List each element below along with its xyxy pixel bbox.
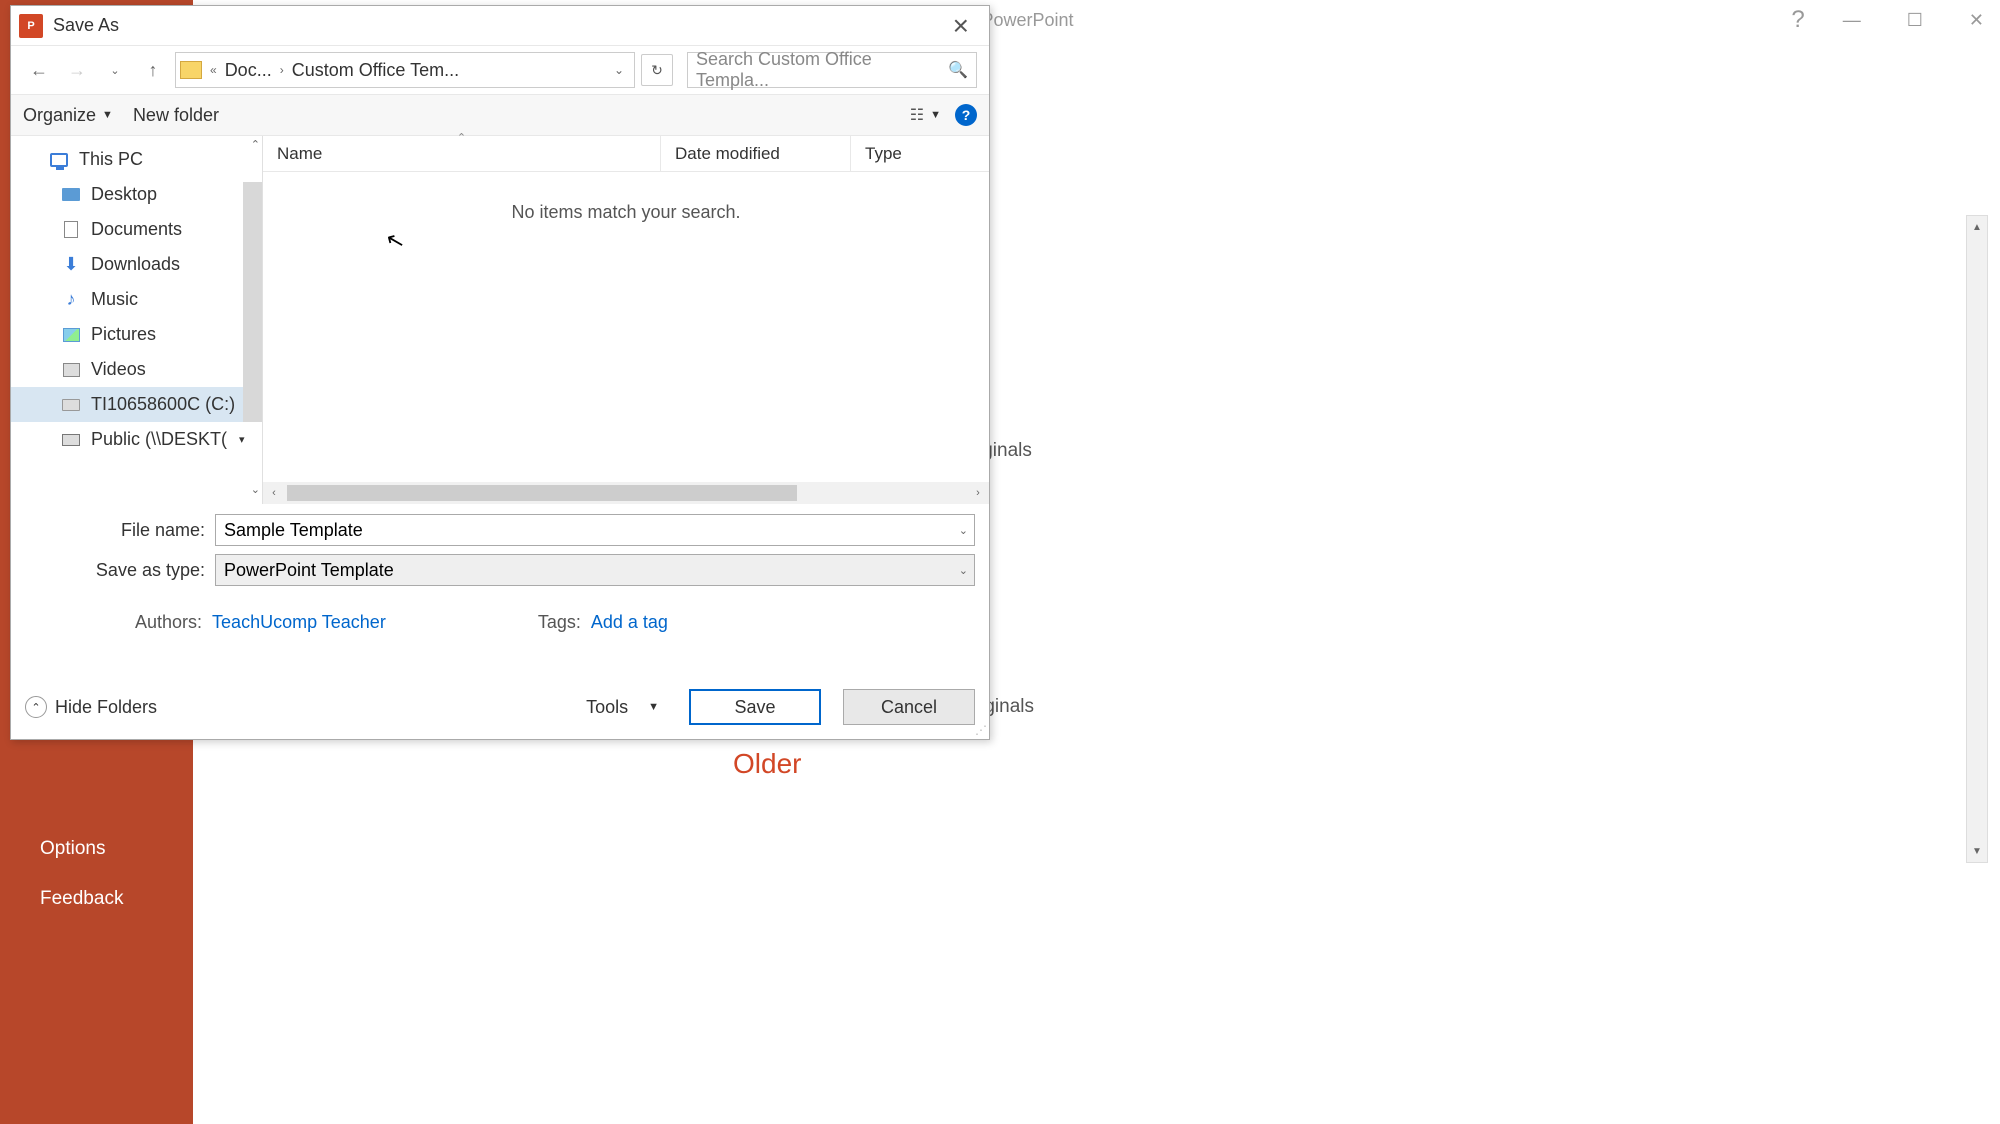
help-icon[interactable]: ?	[955, 104, 977, 126]
filename-input[interactable]: Sample Template ⌄	[215, 514, 975, 546]
path-segment-2[interactable]: Custom Office Tem...	[288, 60, 463, 81]
save-button[interactable]: Save	[689, 689, 821, 725]
refresh-button[interactable]: ↻	[641, 54, 673, 86]
up-button[interactable]: ↑	[137, 54, 169, 86]
chevron-down-icon[interactable]: ⌄	[959, 564, 968, 577]
chevron-down-icon: ▾	[239, 433, 245, 446]
document-icon	[61, 220, 81, 240]
chevron-down-icon[interactable]: ⌄	[959, 524, 968, 537]
tree-scrollbar-thumb[interactable]	[243, 182, 262, 422]
authors-label: Authors:	[135, 612, 202, 633]
cancel-button[interactable]: Cancel	[843, 689, 975, 725]
close-icon[interactable]: ×	[941, 8, 981, 44]
network-drive-icon	[61, 430, 81, 450]
pictures-icon	[61, 325, 81, 345]
path-sep-icon: «	[206, 63, 221, 77]
tree-item-videos[interactable]: Videos	[11, 352, 262, 387]
new-folder-button[interactable]: New folder	[133, 105, 219, 126]
minimize-button[interactable]: —	[1835, 6, 1869, 35]
chevron-down-icon: ▼	[102, 109, 113, 121]
metadata-row: Authors: TeachUcomp Teacher Tags: Add a …	[11, 604, 989, 641]
column-date[interactable]: Date modified	[661, 136, 851, 171]
sidebar-item-options[interactable]: Options	[0, 824, 193, 874]
folder-icon	[180, 61, 202, 79]
tree-scroll-down-icon[interactable]: ⌄	[251, 483, 260, 496]
address-bar[interactable]: « Doc... › Custom Office Tem... ⌄	[175, 52, 635, 88]
sidebar-item-feedback[interactable]: Feedback	[0, 874, 193, 924]
tree-item-documents[interactable]: Documents	[11, 212, 262, 247]
scroll-left-icon[interactable]: ‹	[263, 482, 285, 504]
filename-label: File name:	[25, 520, 215, 541]
file-list: ⌃ Name Date modified Type No items match…	[263, 136, 989, 504]
empty-message: No items match your search.	[263, 172, 989, 253]
tags-label: Tags:	[538, 612, 581, 633]
search-input[interactable]: Search Custom Office Templa... 🔍	[687, 52, 977, 88]
save-as-dialog: P Save As × ← → ⌄ ↑ « Doc... › Custom Of…	[10, 5, 990, 740]
path-dropdown-icon[interactable]: ⌄	[608, 63, 630, 77]
sort-asc-icon: ⌃	[457, 131, 466, 144]
dialog-fields: File name: Sample Template ⌄ Save as typ…	[11, 504, 989, 604]
tools-button[interactable]: Tools ▼	[578, 693, 667, 722]
help-icon[interactable]: ?	[1791, 6, 1804, 34]
dialog-title: Save As	[53, 15, 119, 36]
scroll-right-icon[interactable]: ›	[967, 482, 989, 504]
organize-button[interactable]: Organize ▼	[23, 105, 113, 126]
view-button[interactable]: ☷ ▼	[910, 105, 941, 125]
dialog-titlebar: P Save As ×	[11, 6, 989, 46]
horizontal-scrollbar[interactable]: ‹ ›	[263, 482, 989, 504]
chevron-down-icon: ▼	[648, 701, 659, 713]
path-segment-1[interactable]: Doc...	[221, 60, 276, 81]
search-placeholder: Search Custom Office Templa...	[696, 49, 948, 91]
powerpoint-icon: P	[19, 14, 43, 38]
content-scrollbar[interactable]: ▲ ▼	[1966, 215, 1988, 863]
desktop-icon	[61, 185, 81, 205]
videos-icon	[61, 360, 81, 380]
scroll-up-icon[interactable]: ▲	[1967, 216, 1987, 238]
authors-value[interactable]: TeachUcomp Teacher	[212, 612, 386, 633]
back-button[interactable]: ←	[23, 54, 55, 86]
tree-item-network-drive[interactable]: Public (\\DESKT( ▾	[11, 422, 262, 457]
folder-tree: ⌃ This PC Desktop Documents ⬇ Downloads …	[11, 136, 263, 504]
computer-icon	[49, 150, 69, 170]
list-header: ⌃ Name Date modified Type	[263, 136, 989, 172]
scroll-down-icon[interactable]: ▼	[1967, 840, 1987, 862]
ppt-close-button[interactable]: ✕	[1961, 6, 1992, 35]
column-type[interactable]: Type	[851, 136, 989, 171]
forward-button[interactable]: →	[61, 54, 93, 86]
view-icon: ☷	[910, 105, 924, 125]
tree-item-pictures[interactable]: Pictures	[11, 317, 262, 352]
column-name[interactable]: ⌃ Name	[263, 136, 661, 171]
dialog-body: ⌃ This PC Desktop Documents ⬇ Downloads …	[11, 136, 989, 504]
search-icon[interactable]: 🔍	[948, 60, 968, 80]
chevron-up-icon: ⌃	[25, 696, 47, 718]
drive-icon	[61, 395, 81, 415]
recent-locations-button[interactable]: ⌄	[99, 54, 131, 86]
nav-bar: ← → ⌄ ↑ « Doc... › Custom Office Tem... …	[11, 46, 989, 94]
chevron-down-icon: ▼	[930, 109, 941, 121]
tree-scroll-up-icon[interactable]: ⌃	[251, 138, 260, 151]
older-heading: Older	[733, 748, 1034, 780]
tree-item-music[interactable]: ♪ Music	[11, 282, 262, 317]
ppt-title-controls: ? — ☐ ✕	[1791, 6, 1992, 35]
tree-item-desktop[interactable]: Desktop	[11, 177, 262, 212]
tags-value[interactable]: Add a tag	[591, 612, 668, 633]
dialog-footer: ⌃ Hide Folders Tools ▼ Save Cancel	[11, 675, 989, 739]
music-icon: ♪	[61, 290, 81, 310]
maximize-button[interactable]: ☐	[1899, 6, 1931, 35]
tree-item-downloads[interactable]: ⬇ Downloads	[11, 247, 262, 282]
tree-item-drive-c[interactable]: TI10658600C (C:)	[11, 387, 262, 422]
resize-grip-icon[interactable]: ⋰	[975, 723, 987, 737]
hide-folders-button[interactable]: ⌃ Hide Folders	[25, 696, 157, 718]
chevron-right-icon: ›	[276, 63, 288, 77]
dialog-toolbar: Organize ▼ New folder ☷ ▼ ?	[11, 94, 989, 136]
scrollbar-thumb[interactable]	[287, 485, 797, 501]
savetype-label: Save as type:	[25, 560, 215, 581]
savetype-dropdown[interactable]: PowerPoint Template ⌄	[215, 554, 975, 586]
tree-item-this-pc[interactable]: This PC	[11, 142, 262, 177]
download-icon: ⬇	[61, 255, 81, 275]
